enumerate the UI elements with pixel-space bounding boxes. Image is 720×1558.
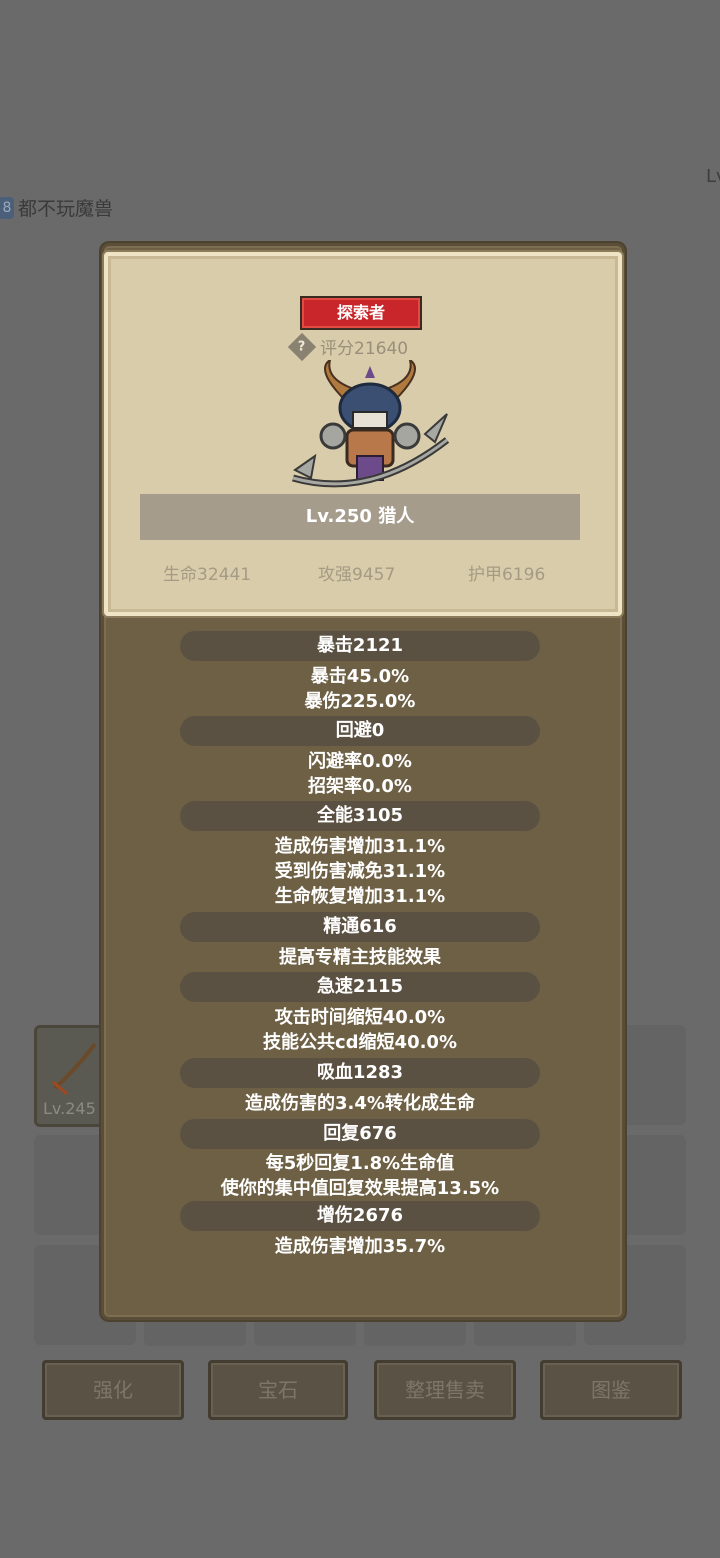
section-line: 造成伤害增加31.1% bbox=[274, 836, 446, 857]
section-line: 暴伤225.0% bbox=[304, 691, 416, 712]
inventory-slot[interactable] bbox=[622, 1025, 686, 1125]
hero-attack: 攻强9457 bbox=[318, 565, 396, 585]
player-level-badge: 8 bbox=[0, 196, 14, 219]
gem-button[interactable]: 宝石 bbox=[208, 1360, 348, 1420]
section-header-damage-bonus: 增伤2676 bbox=[180, 1201, 540, 1231]
section-header-dodge: 回避0 bbox=[180, 716, 540, 746]
hero-hp: 生命32441 bbox=[163, 565, 252, 585]
section-line: 暴击45.0% bbox=[310, 666, 410, 687]
sort-sell-button[interactable]: 整理售卖 bbox=[374, 1360, 516, 1420]
section-header-haste: 急速2115 bbox=[180, 972, 540, 1002]
player-name: 都不玩魔兽 bbox=[18, 198, 114, 220]
item-level: Lv.245 bbox=[43, 1099, 96, 1118]
score-row: ? 评分21640 bbox=[287, 332, 409, 361]
section-line: 生命恢复增加31.1% bbox=[274, 886, 446, 907]
section-line: 技能公共cd缩短40.0% bbox=[262, 1032, 457, 1053]
hero-score: 评分21640 bbox=[320, 339, 409, 359]
bow-icon bbox=[52, 1042, 97, 1096]
section-line: 受到伤害减免31.1% bbox=[274, 861, 446, 882]
section-line: 造成伤害的3.4%转化成生命 bbox=[245, 1093, 475, 1114]
class-badge: 探索者 bbox=[300, 296, 422, 330]
collection-button[interactable]: 图鉴 bbox=[540, 1360, 682, 1420]
equipped-item-slot[interactable]: Lv.245 bbox=[34, 1025, 110, 1127]
section-line: 造成伤害增加35.7% bbox=[274, 1236, 446, 1257]
section-header-lifesteal: 吸血1283 bbox=[180, 1058, 540, 1088]
section-header-versatility: 全能3105 bbox=[180, 801, 540, 831]
hunter-portrait bbox=[292, 360, 450, 488]
section-line: 使你的集中值回复效果提高13.5% bbox=[220, 1178, 500, 1199]
background-level-text: Lv bbox=[706, 166, 720, 187]
section-line: 提高专精主技能效果 bbox=[279, 947, 441, 968]
section-header-crit: 暴击2121 bbox=[180, 631, 540, 661]
hero-armor: 护甲6196 bbox=[468, 565, 546, 585]
section-line: 招架率0.0% bbox=[308, 776, 412, 797]
inventory-slot[interactable] bbox=[622, 1135, 686, 1235]
player-tag: 8 都不玩魔兽 bbox=[0, 194, 113, 221]
section-line: 每5秒回复1.8%生命值 bbox=[265, 1153, 455, 1174]
section-line: 闪避率0.0% bbox=[308, 751, 412, 772]
help-icon[interactable]: ? bbox=[287, 332, 317, 361]
section-line: 攻击时间缩短40.0% bbox=[274, 1007, 446, 1028]
hero-name: Lv.250 猎人 bbox=[140, 494, 580, 540]
section-header-mastery: 精通616 bbox=[180, 912, 540, 942]
section-header-regen: 回复676 bbox=[180, 1119, 540, 1149]
enhance-button[interactable]: 强化 bbox=[42, 1360, 184, 1420]
inventory-slot[interactable] bbox=[34, 1135, 104, 1235]
